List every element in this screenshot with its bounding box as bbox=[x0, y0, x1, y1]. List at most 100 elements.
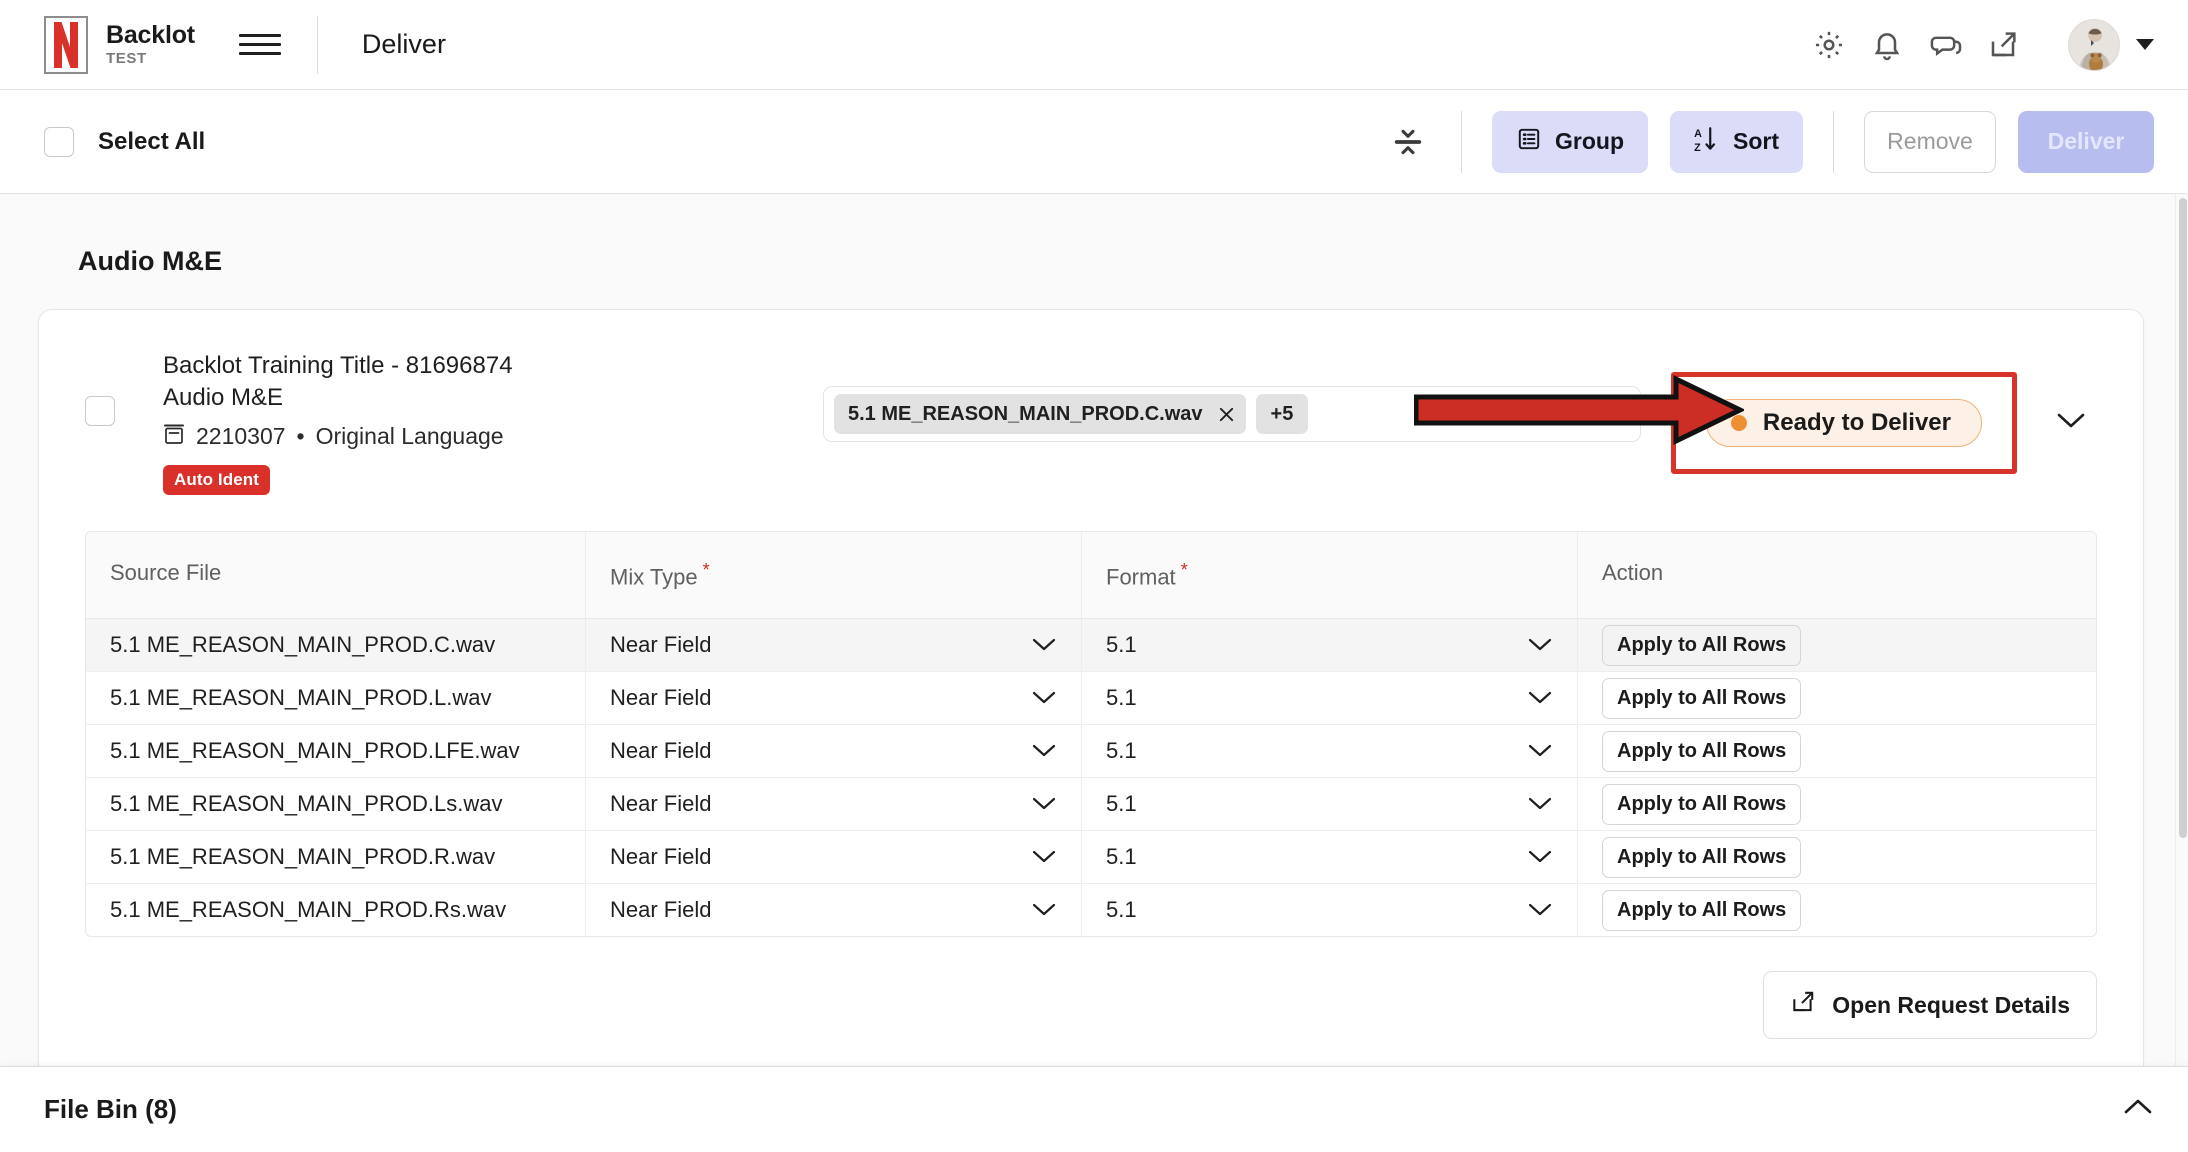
avatar[interactable] bbox=[2068, 18, 2120, 71]
mix-type-dropdown[interactable]: Near Field bbox=[586, 619, 1082, 672]
mix-type-value: Near Field bbox=[610, 738, 712, 764]
mix-type-value: Near Field bbox=[610, 632, 712, 658]
open-request-details-label: Open Request Details bbox=[1832, 991, 2070, 1018]
remove-button-label: Remove bbox=[1887, 128, 1973, 154]
format-dropdown[interactable]: 5.1 bbox=[1082, 778, 1578, 831]
card-title-block: Backlot Training Title - 81696874 Audio … bbox=[163, 350, 513, 495]
mix-type-dropdown[interactable]: Near Field bbox=[586, 831, 1082, 884]
card-collapse-chevron-down-icon[interactable] bbox=[2055, 410, 2087, 435]
apply-to-all-rows-button[interactable]: Apply to All Rows bbox=[1602, 783, 1802, 825]
source-file-name: 5.1 ME_REASON_MAIN_PROD.Ls.wav bbox=[110, 791, 503, 817]
package-icon bbox=[163, 422, 185, 452]
source-file-name: 5.1 ME_REASON_MAIN_PROD.R.wav bbox=[110, 844, 496, 870]
collapse-all-icon[interactable] bbox=[1385, 119, 1431, 165]
remove-button[interactable]: Remove bbox=[1864, 110, 1996, 173]
apply-to-all-rows-label: Apply to All Rows bbox=[1617, 686, 1787, 709]
column-header-format: Format * bbox=[1082, 531, 1578, 619]
source-file-name: 5.1 ME_REASON_MAIN_PROD.L.wav bbox=[110, 685, 492, 711]
deliver-button[interactable]: Deliver bbox=[2018, 110, 2154, 173]
apply-to-all-rows-label: Apply to All Rows bbox=[1617, 739, 1787, 762]
external-link-icon[interactable] bbox=[1974, 16, 2032, 74]
apply-to-all-rows-button[interactable]: Apply to All Rows bbox=[1602, 624, 1802, 666]
page-title: Deliver bbox=[361, 29, 446, 59]
status-dot-icon bbox=[1730, 415, 1747, 431]
mix-type-dropdown[interactable]: Near Field bbox=[586, 672, 1082, 725]
remove-chip-icon[interactable] bbox=[1217, 405, 1236, 424]
file-bin-label: File Bin (8) bbox=[44, 1094, 177, 1124]
mix-type-dropdown[interactable]: Near Field bbox=[586, 884, 1082, 937]
auto-ident-badge: Auto Ident bbox=[163, 464, 271, 495]
source-file-name: 5.1 ME_REASON_MAIN_PROD.C.wav bbox=[110, 632, 496, 658]
cell-source-file: 5.1 ME_REASON_MAIN_PROD.Ls.wav bbox=[86, 778, 586, 831]
format-dropdown[interactable]: 5.1 bbox=[1082, 884, 1578, 937]
content-scrollbar-thumb[interactable] bbox=[2179, 198, 2187, 838]
apply-to-all-rows-button[interactable]: Apply to All Rows bbox=[1602, 889, 1802, 931]
chat-icon[interactable] bbox=[1916, 16, 1974, 74]
brand-environment-label: TEST bbox=[106, 50, 147, 68]
chevron-down-icon bbox=[1527, 632, 1553, 658]
card-subtitle: Audio M&E bbox=[163, 384, 284, 412]
mix-type-value: Near Field bbox=[610, 897, 712, 923]
apply-to-all-rows-button[interactable]: Apply to All Rows bbox=[1602, 730, 1802, 772]
netflix-logo-icon[interactable] bbox=[44, 15, 88, 74]
format-dropdown[interactable]: 5.1 bbox=[1082, 672, 1578, 725]
sort-button[interactable]: A Z Sort bbox=[1670, 110, 1803, 173]
select-all-label: Select All bbox=[98, 127, 206, 155]
group-button[interactable]: Group bbox=[1492, 110, 1648, 173]
source-file-selector-trailing[interactable] bbox=[1585, 386, 1641, 442]
card-meta-id: 2210307 bbox=[196, 423, 286, 450]
nav-divider bbox=[316, 15, 318, 74]
cell-action: Apply to All Rows bbox=[1578, 725, 2096, 777]
format-value: 5.1 bbox=[1106, 632, 1137, 658]
column-header-action: Action bbox=[1578, 532, 2096, 618]
sort-az-icon: A Z bbox=[1694, 125, 1720, 159]
select-all-checkbox[interactable] bbox=[44, 126, 74, 157]
status-badge[interactable]: Ready to Deliver bbox=[1705, 399, 1982, 447]
hamburger-icon[interactable] bbox=[238, 24, 281, 66]
apply-to-all-rows-label: Apply to All Rows bbox=[1617, 633, 1787, 656]
open-request-details-button[interactable]: Open Request Details bbox=[1763, 971, 2097, 1040]
apply-to-all-rows-button[interactable]: Apply to All Rows bbox=[1602, 677, 1802, 719]
chevron-down-icon bbox=[1031, 738, 1057, 764]
cell-source-file: 5.1 ME_REASON_MAIN_PROD.C.wav bbox=[86, 619, 586, 672]
content-scrollbar[interactable] bbox=[2175, 194, 2188, 1066]
toolbar-right-cluster: Group A Z Sort Remove Deliver bbox=[1385, 110, 2154, 173]
cell-action: Apply to All Rows bbox=[1578, 884, 2096, 936]
file-bin-chevron-up-icon[interactable] bbox=[2122, 1097, 2154, 1122]
apply-to-all-rows-button[interactable]: Apply to All Rows bbox=[1602, 836, 1802, 878]
format-dropdown[interactable]: 5.1 bbox=[1082, 831, 1578, 884]
format-dropdown[interactable]: 5.1 bbox=[1082, 619, 1578, 672]
nav-right-cluster bbox=[1800, 16, 2188, 74]
table-row: 5.1 ME_REASON_MAIN_PROD.R.wav Near Field 5… bbox=[86, 831, 2096, 885]
card-select-checkbox[interactable] bbox=[85, 396, 115, 426]
format-dropdown[interactable]: 5.1 bbox=[1082, 725, 1578, 778]
deliver-content-area: Audio M&E Backlot Training Title - 81696… bbox=[0, 194, 2188, 1066]
file-bin-bar[interactable]: File Bin (8) bbox=[0, 1066, 2188, 1152]
toolbar-divider-right bbox=[1833, 110, 1834, 173]
source-file-name: 5.1 ME_REASON_MAIN_PROD.LFE.wav bbox=[110, 738, 520, 764]
selected-file-chip[interactable]: 5.1 ME_REASON_MAIN_PROD.C.wav bbox=[834, 394, 1246, 434]
source-file-selector[interactable]: 5.1 ME_REASON_MAIN_PROD.C.wav +5 bbox=[823, 386, 1613, 442]
chevron-down-icon bbox=[1031, 897, 1057, 923]
status-area: Ready to Deliver bbox=[1670, 372, 2017, 474]
required-marker-mix-type: * bbox=[702, 559, 710, 580]
cell-source-file: 5.1 ME_REASON_MAIN_PROD.L.wav bbox=[86, 672, 586, 725]
format-value: 5.1 bbox=[1106, 844, 1137, 870]
bell-icon[interactable] bbox=[1858, 16, 1916, 74]
mix-type-dropdown[interactable]: Near Field bbox=[586, 725, 1082, 778]
more-files-chip[interactable]: +5 bbox=[1255, 394, 1309, 434]
format-value: 5.1 bbox=[1106, 738, 1137, 764]
table-row: 5.1 ME_REASON_MAIN_PROD.LFE.wav Near Fiel… bbox=[86, 725, 2096, 779]
caret-down-icon[interactable] bbox=[2136, 39, 2154, 50]
mix-type-dropdown[interactable]: Near Field bbox=[586, 778, 1082, 831]
chevron-down-icon bbox=[1527, 844, 1553, 870]
chevron-down-icon bbox=[1527, 738, 1553, 764]
toolbar-divider-left bbox=[1461, 110, 1462, 173]
group-button-label: Group bbox=[1555, 128, 1624, 154]
format-value: 5.1 bbox=[1106, 897, 1137, 923]
gear-icon[interactable] bbox=[1800, 16, 1858, 74]
user-menu[interactable] bbox=[2068, 18, 2154, 71]
source-file-name: 5.1 ME_REASON_MAIN_PROD.Rs.wav bbox=[110, 897, 507, 923]
apply-to-all-rows-label: Apply to All Rows bbox=[1617, 898, 1787, 921]
nav-left-cluster: Backlot TEST Deliver bbox=[0, 15, 446, 74]
